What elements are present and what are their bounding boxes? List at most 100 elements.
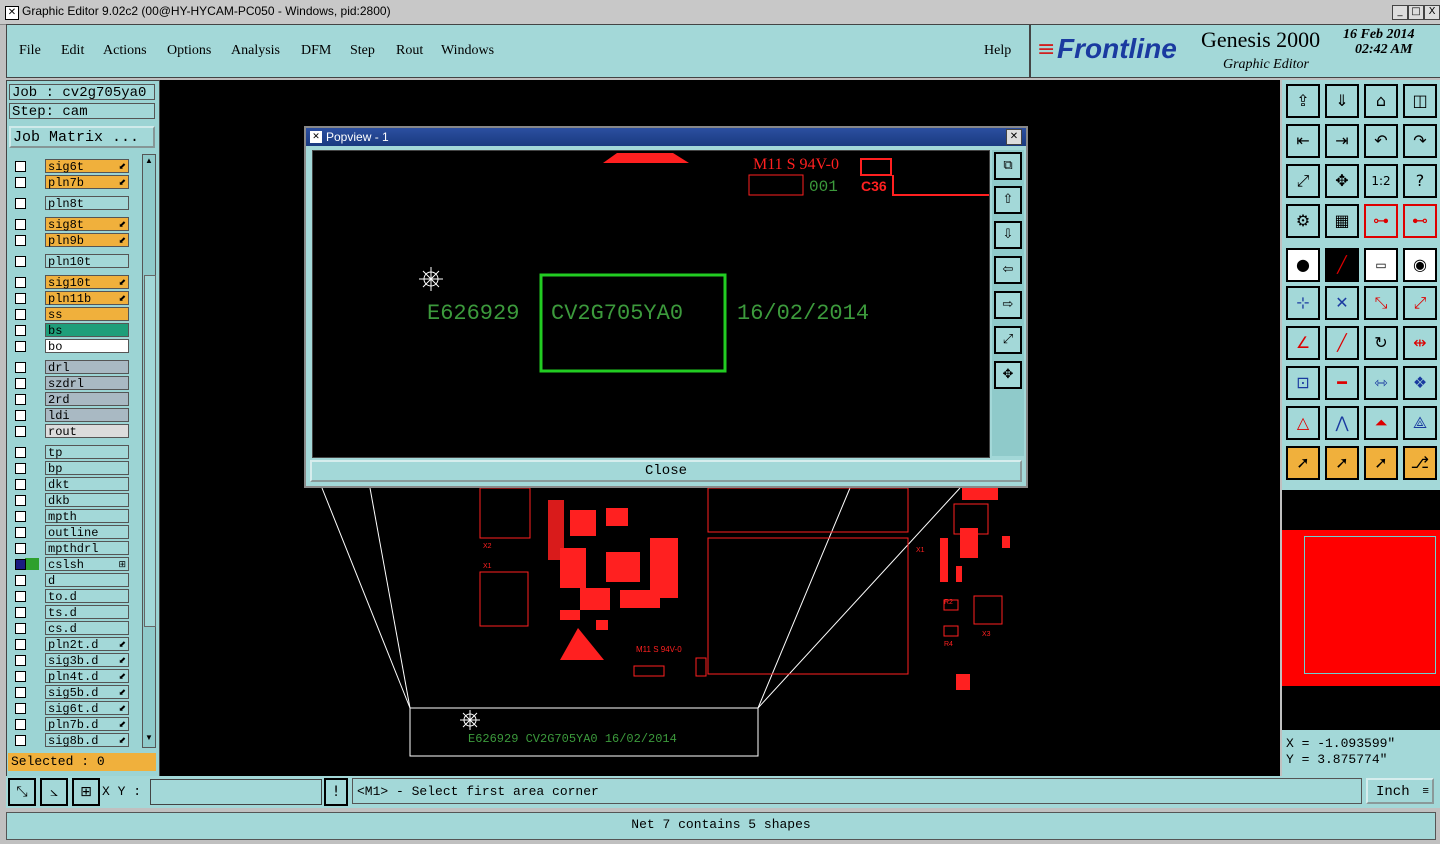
- layer-name[interactable]: sig8b.d ⬋: [45, 733, 129, 748]
- layer-checkbox[interactable]: [15, 479, 26, 490]
- undo-icon[interactable]: ↶: [1364, 124, 1398, 158]
- layer-checkbox[interactable]: [15, 703, 26, 714]
- units-select[interactable]: Inch ≡: [1366, 778, 1434, 804]
- pan-right-icon[interactable]: ⇥: [1325, 124, 1359, 158]
- popview-zoom-home-icon[interactable]: ⧉: [994, 152, 1022, 180]
- layer-scrollbar[interactable]: ▲ ▼: [142, 154, 156, 748]
- layer-checkbox[interactable]: [15, 378, 26, 389]
- layer-name[interactable]: drl: [45, 360, 129, 375]
- popview-canvas[interactable]: M11 S 94V-0 C36 001 E626929 CV2G705YA0 1…: [312, 150, 990, 458]
- navigator-viewport[interactable]: [1304, 536, 1436, 674]
- redo-icon[interactable]: ↷: [1403, 124, 1437, 158]
- layer-checkbox[interactable]: [15, 177, 26, 188]
- layer-row[interactable]: pln7b.d ⬋: [9, 717, 131, 732]
- layer-name[interactable]: rout: [45, 424, 129, 439]
- layer-checkbox[interactable]: [15, 309, 26, 320]
- layer-checkbox[interactable]: [15, 463, 26, 474]
- pointer-icon[interactable]: ➚: [1286, 446, 1320, 480]
- popview-zoom-center-icon[interactable]: ✥: [994, 361, 1022, 389]
- popview-zoom-fit-icon[interactable]: ⤢: [994, 326, 1022, 354]
- layer-row[interactable]: to.d: [9, 589, 131, 604]
- layer-row[interactable]: sig3b.d ⬋: [9, 653, 131, 668]
- scroll-up-arrow-icon[interactable]: ▲: [144, 156, 154, 166]
- snap-icon[interactable]: ⊡: [1286, 366, 1320, 400]
- layer-checkbox[interactable]: [15, 256, 26, 267]
- circle-add-icon[interactable]: ◉: [1403, 248, 1437, 282]
- pad-add-icon[interactable]: ●: [1286, 248, 1320, 282]
- triangle-outline-icon[interactable]: ⟁: [1403, 406, 1437, 440]
- layer-name[interactable]: ss: [45, 307, 129, 322]
- layer-name[interactable]: pln11b ⬋: [45, 291, 129, 306]
- layer-row[interactable]: dkb: [9, 493, 131, 508]
- zoom-one-to-two-icon[interactable]: 1:2: [1364, 164, 1398, 198]
- layer-name[interactable]: pln4t.d ⬋: [45, 669, 129, 684]
- menu-windows[interactable]: Windows: [441, 43, 494, 59]
- layer-checkbox[interactable]: [15, 687, 26, 698]
- layer-checkbox[interactable]: [15, 639, 26, 650]
- popview-close-icon[interactable]: ✕: [1006, 129, 1022, 145]
- layer-name[interactable]: outline: [45, 525, 129, 540]
- layer-checkbox[interactable]: [15, 575, 26, 586]
- layer-checkbox[interactable]: [15, 511, 26, 522]
- layer-checkbox[interactable]: [15, 394, 26, 405]
- resize-shape-icon[interactable]: ⤡: [1364, 286, 1398, 320]
- layer-name[interactable]: bs: [45, 323, 129, 338]
- info-icon[interactable]: !: [324, 778, 348, 806]
- move-shape-icon[interactable]: ⊹: [1286, 286, 1320, 320]
- layer-row[interactable]: sig6t ⬋: [9, 159, 131, 174]
- pointer-net-icon[interactable]: ⎇: [1403, 446, 1437, 480]
- layer-checkbox[interactable]: [15, 325, 26, 336]
- menu-edit[interactable]: Edit: [61, 43, 84, 59]
- layer-checkbox[interactable]: [15, 235, 26, 246]
- layer-checkbox[interactable]: [15, 293, 26, 304]
- layer-name[interactable]: mpthdrl: [45, 541, 129, 556]
- menu-options[interactable]: Options: [167, 43, 211, 59]
- layer-checkbox[interactable]: [15, 607, 26, 618]
- scroll-down-arrow-icon[interactable]: ▼: [144, 733, 154, 743]
- peak-icon[interactable]: ⋀: [1325, 406, 1359, 440]
- dimension-icon[interactable]: ⇿: [1364, 366, 1398, 400]
- layer-checkbox[interactable]: [15, 735, 26, 746]
- layer-row[interactable]: sig10t ⬋: [9, 275, 131, 290]
- grid-mode-icon[interactable]: ⊞: [72, 778, 100, 806]
- layer-row[interactable]: mpth: [9, 509, 131, 524]
- layer-row[interactable]: pln10t: [9, 254, 131, 269]
- layer-row[interactable]: outline: [9, 525, 131, 540]
- layer-checkbox[interactable]: [15, 161, 26, 172]
- measure-ruler-icon[interactable]: ▭: [1364, 248, 1398, 282]
- line-add-icon[interactable]: ╱: [1325, 248, 1359, 282]
- popview-pan-down-icon[interactable]: ⇩: [994, 221, 1022, 249]
- triangle-icon[interactable]: △: [1286, 406, 1320, 440]
- zoom-center-icon[interactable]: ✥: [1325, 164, 1359, 198]
- rotate-shape-icon[interactable]: ⤢: [1403, 286, 1437, 320]
- open-icon[interactable]: ⇪: [1286, 84, 1320, 118]
- layer-row[interactable]: pln9b ⬋: [9, 233, 131, 248]
- mirror-icon[interactable]: ⇹: [1403, 326, 1437, 360]
- pointer-area-icon[interactable]: ➚: [1364, 446, 1398, 480]
- maximize-button[interactable]: □: [1408, 5, 1424, 20]
- layer-checkbox[interactable]: [15, 543, 26, 554]
- layer-checkbox[interactable]: [15, 719, 26, 730]
- grid-icon[interactable]: ▦: [1325, 204, 1359, 238]
- popview-pan-up-icon[interactable]: ⇧: [994, 186, 1022, 214]
- layer-row[interactable]: mpthdrl: [9, 541, 131, 556]
- pan-left-icon[interactable]: ⇤: [1286, 124, 1320, 158]
- layer-row[interactable]: bs: [9, 323, 131, 338]
- layer-checkbox[interactable]: [15, 655, 26, 666]
- angle-icon[interactable]: ∠: [1286, 326, 1320, 360]
- layer-checkbox[interactable]: [15, 341, 26, 352]
- layer-name[interactable]: pln2t.d ⬋: [45, 637, 129, 652]
- popview-pan-right-icon[interactable]: ⇨: [994, 291, 1022, 319]
- group-icon[interactable]: ❖: [1403, 366, 1437, 400]
- layer-row[interactable]: bp: [9, 461, 131, 476]
- layer-row[interactable]: rout: [9, 424, 131, 439]
- triangle-up-icon[interactable]: ⏶: [1364, 406, 1398, 440]
- layer-row[interactable]: pln8t: [9, 196, 131, 211]
- layer-row[interactable]: cslsh ⊞: [9, 557, 131, 572]
- layer-name[interactable]: dkb: [45, 493, 129, 508]
- pointer-select-icon[interactable]: ➚: [1325, 446, 1359, 480]
- zoom-fit-icon[interactable]: ⤢: [1286, 164, 1320, 198]
- delete-shape-icon[interactable]: ✕: [1325, 286, 1359, 320]
- layer-row[interactable]: 2rd: [9, 392, 131, 407]
- layer-name[interactable]: d: [45, 573, 129, 588]
